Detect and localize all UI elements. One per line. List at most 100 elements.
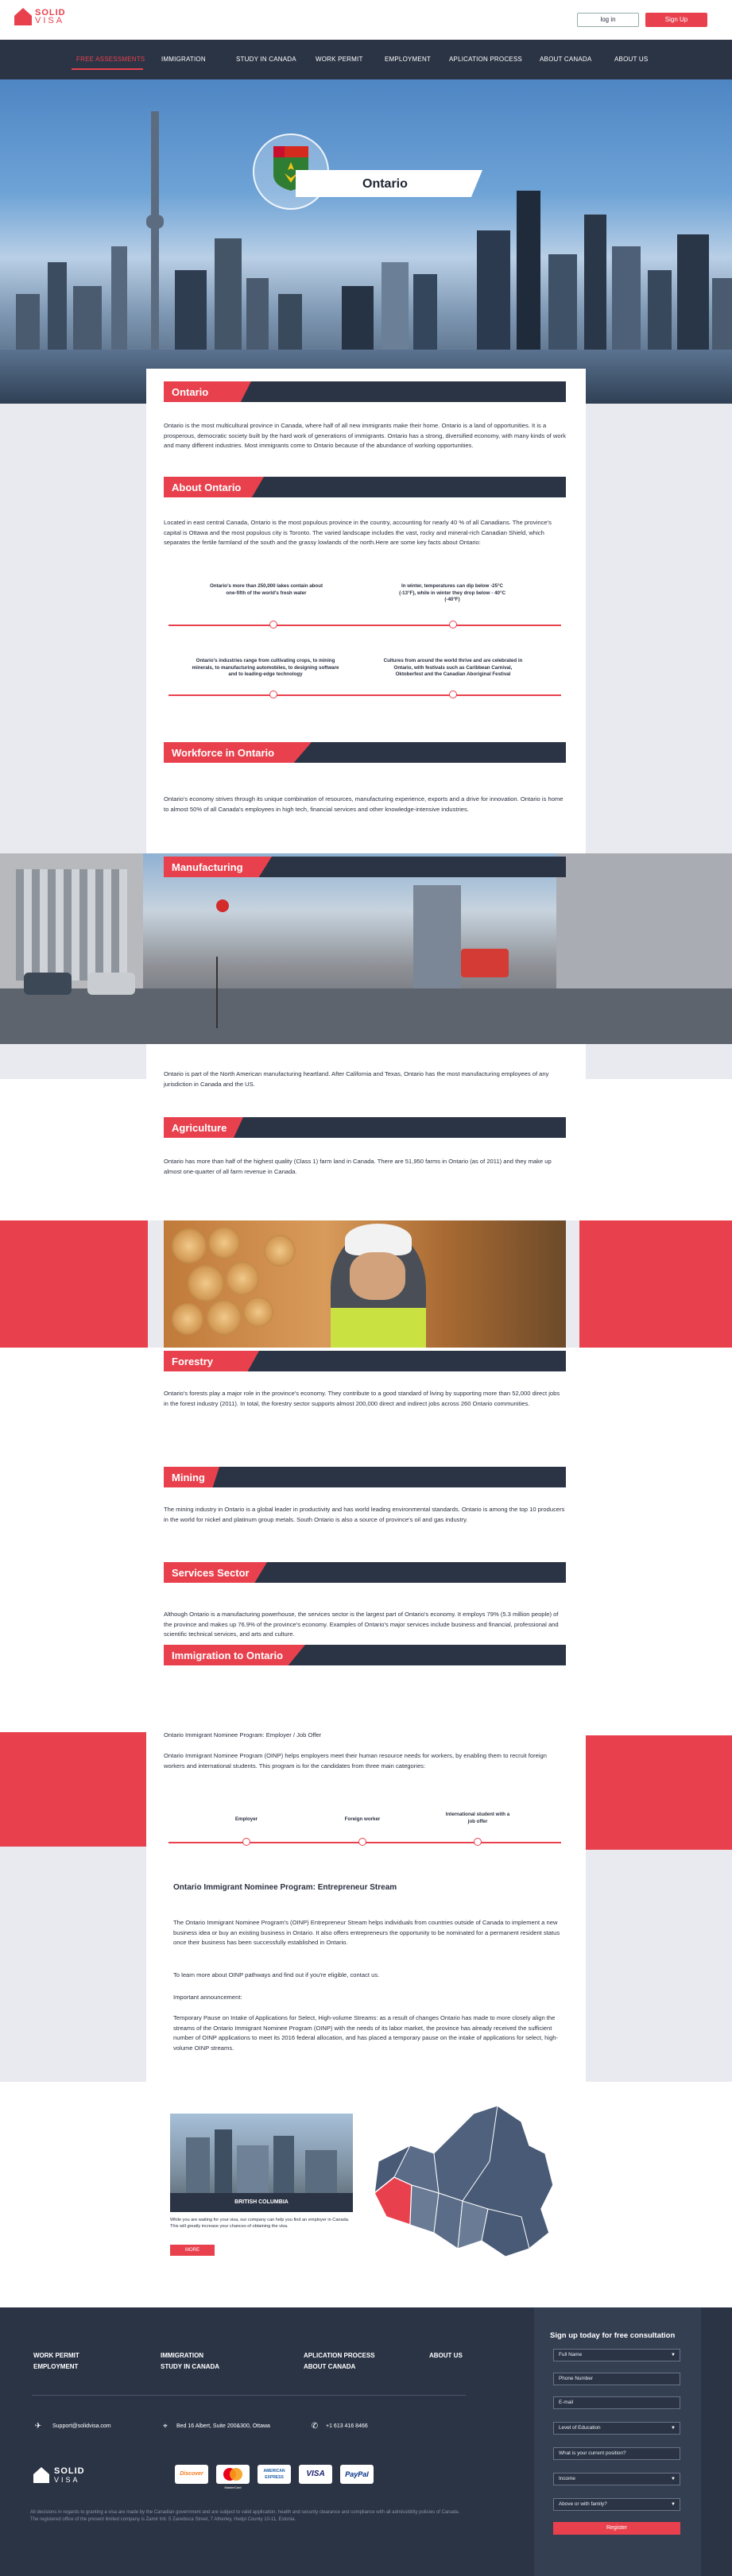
red-block-left-2 — [0, 1732, 148, 1847]
announcement-label: Important announcement: — [173, 1994, 242, 2001]
nav-about-us[interactable]: ABOUT US — [614, 56, 648, 63]
paypal-icon: PayPal — [340, 2465, 374, 2484]
visa-icon: VISA — [299, 2465, 332, 2484]
section-header-mining: Mining — [164, 1467, 566, 1487]
full-name-select[interactable]: Full Name ▼ — [553, 2349, 680, 2361]
phone-number-field[interactable]: Phone Number — [553, 2373, 680, 2385]
footer-link[interactable]: IMMIGRATION — [161, 2352, 203, 2359]
services-text: Although Ontario is a manufacturing powe… — [164, 1611, 559, 1638]
section-title: Services Sector — [172, 1567, 250, 1579]
ontario-text: Ontario is the most multicultural provin… — [164, 422, 566, 449]
footer-address: Bed 16 Albert, Suite 200&300, Ottawa — [176, 2423, 270, 2429]
fact-item: Ontario's more than 250,000 lakes contai… — [209, 583, 323, 596]
email-field[interactable]: E-mail — [553, 2396, 680, 2409]
about-text: Located in east central Canada, Ontario … — [164, 519, 552, 546]
phone-icon: ✆ — [311, 2422, 319, 2431]
footer-link[interactable]: EMPLOYMENT — [33, 2363, 78, 2370]
signup-button[interactable]: Sign Up — [645, 13, 707, 27]
top-bar: SOLID VISA log in Sign Up — [0, 0, 732, 40]
nav-immigration[interactable]: IMMIGRATION — [161, 56, 206, 63]
footer-link[interactable]: ABOUT US — [429, 2352, 463, 2359]
consultation-form — [534, 2307, 701, 2576]
facts-timeline-line — [168, 694, 561, 696]
category-item: International student with a job offer — [445, 1812, 510, 1824]
footer-divider — [32, 2395, 466, 2396]
chevron-down-icon: ▼ — [671, 2353, 676, 2357]
section-title: Forestry — [172, 1356, 214, 1367]
section-title: About Ontario — [172, 482, 242, 493]
logo[interactable]: SOLID VISA — [14, 8, 66, 25]
nav-work-permit[interactable]: WORK PERMIT — [316, 56, 363, 63]
nav-active-underline — [72, 68, 143, 70]
field-label: What is your current position? — [559, 2450, 626, 2456]
field-label: Above or with family? — [559, 2501, 607, 2507]
footer-logo-top: SOLID — [54, 2466, 85, 2476]
footer-logo[interactable]: SOLID VISA — [33, 2466, 85, 2484]
income-select[interactable]: Income ▼ — [553, 2473, 680, 2485]
fact-item: In winter, temperatures can dip below -2… — [399, 583, 505, 602]
section-title: Mining — [172, 1472, 205, 1483]
red-block-left-1 — [0, 1220, 148, 1348]
family-select[interactable]: Above or with family? ▼ — [553, 2498, 680, 2511]
more-button[interactable]: MORE — [170, 2245, 215, 2256]
education-select[interactable]: Level of Education ▼ — [553, 2422, 680, 2435]
mining-text: The mining industry in Ontario is a glob… — [164, 1506, 565, 1523]
timeline-dot — [269, 621, 277, 629]
footer-link[interactable]: WORK PERMIT — [33, 2352, 79, 2359]
discover-icon: Discover — [175, 2465, 208, 2484]
red-block-right-1 — [579, 1220, 732, 1348]
footer-link[interactable]: STUDY IN CANADA — [161, 2363, 219, 2370]
nav-employment[interactable]: EMPLOYMENT — [385, 56, 431, 63]
canada-map-icon[interactable] — [362, 2098, 561, 2272]
workforce-text: Ontario's economy strives through its un… — [164, 795, 564, 813]
footer-phone[interactable]: +1 613 416 8466 — [326, 2423, 368, 2429]
footer-link[interactable]: APLICATION PROCESS — [304, 2352, 375, 2359]
entrepreneur-text: The Ontario Immigrant Nominee Program's … — [173, 1919, 560, 1946]
facts-timeline-line — [168, 625, 561, 626]
section-header-about: About Ontario — [164, 477, 566, 497]
nav-application-process[interactable]: APLICATION PROCESS — [449, 56, 522, 63]
logo-mark — [14, 8, 32, 25]
province-card-text: While you are waiting for your visa, our… — [170, 2218, 350, 2229]
fact-item: Cultures from around the world thrive an… — [383, 658, 523, 677]
send-icon: ✈ — [34, 2422, 42, 2431]
field-label: Phone Number — [559, 2376, 593, 2381]
section-title: Agriculture — [172, 1122, 227, 1134]
footer-link[interactable]: ABOUT CANADA — [304, 2363, 355, 2370]
logo-text-bottom: VISA — [35, 16, 65, 25]
register-button[interactable]: Register — [553, 2522, 680, 2535]
logo-mark — [33, 2467, 49, 2483]
login-button[interactable]: log in — [577, 13, 639, 27]
timeline-dot — [449, 621, 457, 629]
section-title: Immigration to Ontario — [172, 1650, 284, 1661]
footer-email[interactable]: Support@solidvisa.com — [52, 2423, 111, 2429]
field-label: Full Name — [559, 2352, 583, 2357]
section-title: Ontario — [172, 386, 209, 398]
mastercard-icon — [216, 2465, 250, 2484]
field-label: Level of Education — [559, 2425, 601, 2431]
entrepreneur-title: Ontario Immigrant Nominee Program: Entre… — [173, 1883, 397, 1892]
position-field[interactable]: What is your current position? — [553, 2447, 680, 2460]
red-block-right-2 — [579, 1735, 732, 1850]
hero-title: Ontario — [362, 177, 408, 191]
main-nav: FREE ASSESSMENTS IMMIGRATION STUDY IN CA… — [0, 40, 732, 79]
footer-logo-bottom: VISA — [54, 2476, 80, 2484]
forestry-text: Ontario's forests play a major role in t… — [164, 1390, 560, 1407]
location-icon: ⌖ — [163, 2422, 168, 2431]
forestry-photo — [164, 1220, 566, 1348]
timeline-dot — [474, 1838, 482, 1846]
nav-free-assessments[interactable]: FREE ASSESSMENTS — [76, 56, 145, 63]
nav-study-in-canada[interactable]: STUDY IN CANADA — [236, 56, 296, 63]
street-photo — [0, 853, 732, 1044]
timeline-dot — [449, 690, 457, 698]
immigration-subtitle: Ontario Immigrant Nominee Program: Emplo… — [164, 1731, 322, 1739]
section-title: Workforce in Ontario — [172, 747, 275, 759]
chevron-down-icon: ▼ — [671, 2502, 676, 2507]
fact-item: Ontario's industries range from cultivat… — [192, 658, 339, 677]
timeline-dot — [358, 1838, 366, 1846]
field-label: Income — [559, 2476, 575, 2481]
agriculture-text: Ontario has more than half of the highes… — [164, 1158, 552, 1175]
category-item: Foreign worker — [344, 1816, 381, 1822]
nav-about-canada[interactable]: ABOUT CANADA — [540, 56, 591, 63]
learn-more-text: To learn more about OINP pathways and fi… — [173, 1971, 380, 1978]
